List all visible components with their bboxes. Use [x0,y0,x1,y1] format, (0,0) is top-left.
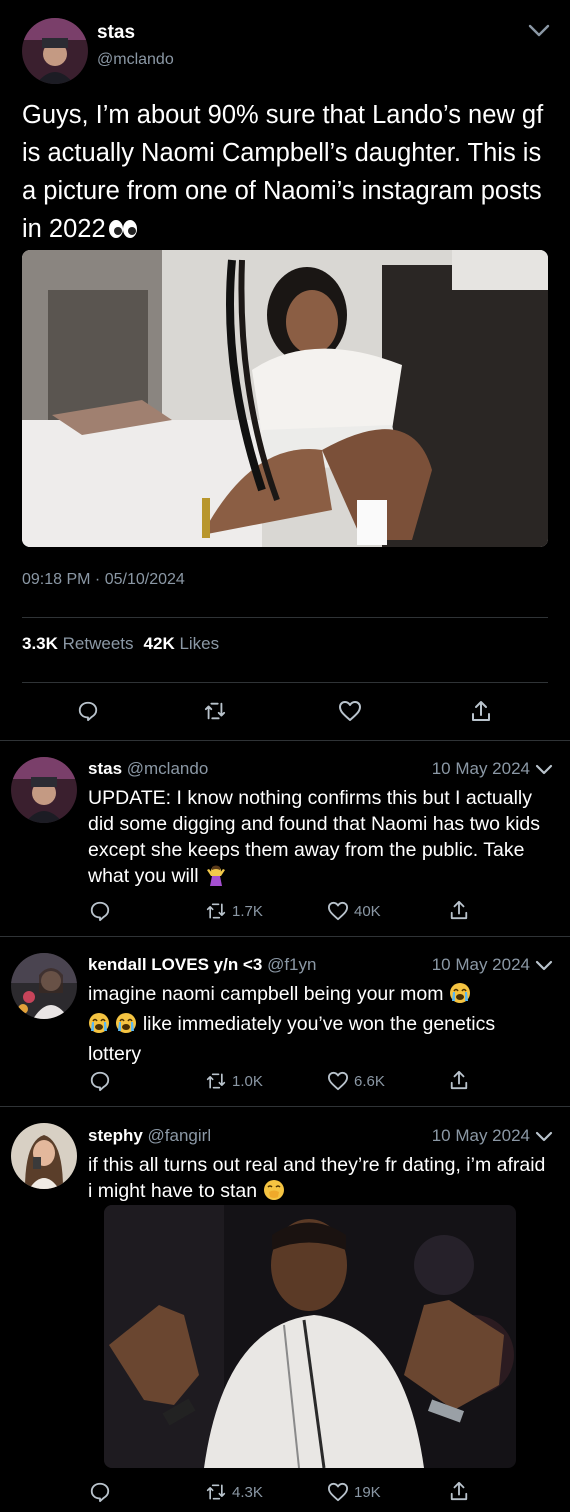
like-count: 40K [354,902,381,920]
reply-icon[interactable] [89,900,111,922]
retweet-count: 1.0K [232,1072,263,1090]
reply-header: kendall LOVES y/n <3 @f1yn [88,955,316,975]
crying-face-emoji-icon [88,1012,110,1041]
reply-avatar[interactable] [11,1123,77,1189]
share-icon[interactable] [449,1069,469,1091]
main-author-handle[interactable]: @mclando [97,51,174,69]
main-tweet-text: Guys, I’m about 90% sure that Lando’s ne… [22,96,552,250]
reply-date[interactable]: 10 May 2024 [432,1126,530,1146]
reply-icon[interactable] [77,700,99,722]
chevron-down-icon[interactable] [535,1130,553,1148]
retweet-icon[interactable] [205,1071,227,1091]
tweet-timestamp[interactable]: 09:18 PM · 05/10/2024 [22,571,185,589]
reply-author-name[interactable]: kendall LOVES y/n <3 [88,955,262,974]
share-icon[interactable] [449,899,469,921]
likes-stat[interactable]: 42K Likes [144,634,220,653]
eyes-emoji-icon [108,212,138,250]
reply-text: if this all turns out real and they’re f… [88,1152,550,1208]
retweet-stat[interactable]: 4.3K [205,1482,263,1502]
reply-header: stas @mclando [88,759,208,779]
retweet-icon[interactable] [203,700,227,722]
chevron-down-icon[interactable] [535,959,553,977]
reply-icon[interactable] [89,1481,111,1503]
tweet-stats: 3.3K Retweets 42K Likes [22,634,219,654]
reply-text: UPDATE: I know nothing confirms this but… [88,785,550,893]
like-stat[interactable]: 19K [327,1482,381,1502]
reply-author-handle[interactable]: @fangirl [148,1126,212,1145]
main-author-avatar[interactable] [22,18,88,84]
divider [22,617,548,618]
crying-face-emoji-icon [449,982,471,1011]
shrug-emoji-icon [204,864,228,893]
retweet-count: 1.7K [232,902,263,920]
share-icon[interactable] [449,1480,469,1502]
retweet-icon[interactable] [205,1482,227,1502]
like-stat[interactable]: 40K [327,901,381,921]
reply-date[interactable]: 10 May 2024 [432,759,530,779]
retweet-count: 4.3K [232,1483,263,1501]
reply-author-name[interactable]: stephy [88,1126,143,1145]
like-heart-icon[interactable] [327,901,349,921]
like-heart-icon[interactable] [327,1482,349,1502]
divider [0,1106,570,1107]
crying-face-emoji-icon [115,1012,137,1041]
reply-author-handle[interactable]: @f1yn [267,955,316,974]
retweet-icon[interactable] [205,901,227,921]
main-author-name[interactable]: stas [97,22,135,44]
share-icon[interactable] [470,699,492,723]
like-heart-icon[interactable] [338,700,362,722]
like-count: 6.6K [354,1072,385,1090]
retweets-stat[interactable]: 3.3K Retweets [22,634,134,653]
chevron-down-icon[interactable] [535,763,553,781]
face-with-hand-over-mouth-emoji-icon [263,1179,285,1208]
reply-author-name[interactable]: stas [88,759,122,778]
like-heart-icon[interactable] [327,1071,349,1091]
reply-photo[interactable] [104,1205,516,1468]
chevron-down-icon[interactable] [527,23,551,44]
like-stat[interactable]: 6.6K [327,1071,385,1091]
divider [0,740,570,741]
reply-author-handle[interactable]: @mclando [127,759,209,778]
divider [22,682,548,683]
like-count: 19K [354,1483,381,1501]
reply-text: imagine naomi campbell being your mom li… [88,982,496,1065]
retweet-stat[interactable]: 1.7K [205,901,263,921]
reply-header: stephy @fangirl [88,1126,211,1146]
reply-avatar[interactable] [11,757,77,823]
retweet-stat[interactable]: 1.0K [205,1071,263,1091]
reply-date[interactable]: 10 May 2024 [432,955,530,975]
divider [0,936,570,937]
reply-avatar[interactable] [11,953,77,1019]
tweet-photo[interactable] [22,250,548,547]
reply-icon[interactable] [89,1070,111,1092]
